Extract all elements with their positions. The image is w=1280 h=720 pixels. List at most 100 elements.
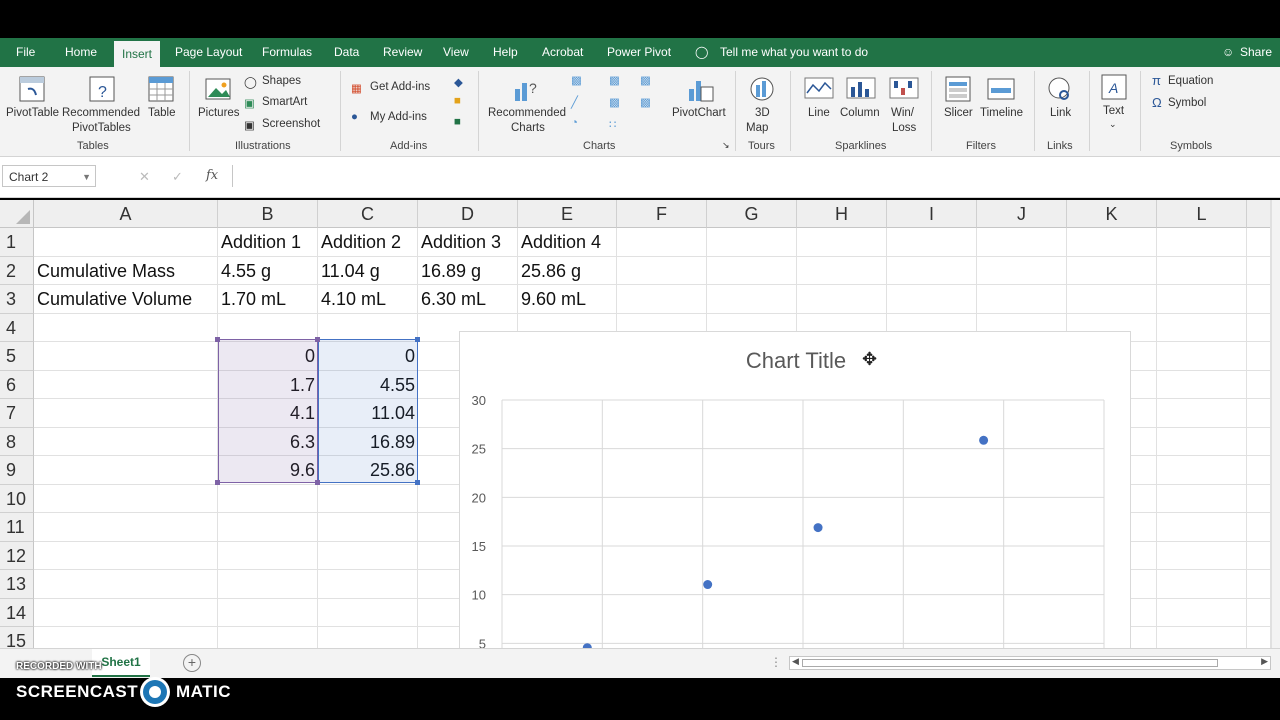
statistic-chart-icon[interactable]: ▩: [609, 95, 620, 109]
tab-help[interactable]: Help: [493, 38, 518, 67]
cell-a3[interactable]: Cumulative Volume: [34, 285, 218, 314]
column-header-f[interactable]: F: [617, 200, 707, 228]
cell-c3[interactable]: 4.10 mL: [318, 285, 418, 314]
enter-icon[interactable]: ✓: [172, 169, 183, 185]
tab-view[interactable]: View: [443, 38, 469, 67]
range-handle[interactable]: [215, 337, 220, 342]
tab-home[interactable]: Home: [65, 38, 97, 67]
tab-page-layout[interactable]: Page Layout: [175, 38, 242, 67]
range-handle[interactable]: [315, 480, 320, 485]
range-handle[interactable]: [215, 480, 220, 485]
line-chart-icon[interactable]: ╱: [571, 95, 578, 109]
tab-file[interactable]: File: [16, 38, 35, 67]
combo-chart-icon[interactable]: ▩: [640, 95, 651, 109]
chart-plot-area[interactable]: 30 25 20 15 10 5: [460, 332, 1132, 648]
selection-range-x[interactable]: [218, 339, 318, 483]
tab-split-handle-icon[interactable]: ⋮: [770, 655, 782, 669]
row-header-9[interactable]: 9: [0, 456, 34, 485]
cancel-icon[interactable]: ✕: [139, 169, 150, 185]
pivottable-button[interactable]: PivotTable: [6, 107, 59, 119]
waterfall-chart-icon[interactable]: ▩: [640, 73, 651, 87]
row-header-6[interactable]: 6: [0, 370, 34, 399]
insert-function-icon[interactable]: fx: [206, 168, 218, 183]
row-header-2[interactable]: 2: [0, 256, 34, 285]
3d-map-button[interactable]: 3D: [755, 107, 770, 119]
recommended-pivottables-button[interactable]: Recommended: [62, 107, 140, 119]
scroll-left-icon[interactable]: ◀: [792, 656, 799, 667]
formula-input[interactable]: [232, 165, 1280, 187]
shapes-button[interactable]: Shapes: [262, 75, 301, 87]
column-header-overflow[interactable]: [1247, 200, 1272, 228]
cell-b2[interactable]: 4.55 g: [218, 257, 318, 286]
selection-range-y[interactable]: [318, 339, 418, 483]
symbol-button[interactable]: Symbol: [1168, 97, 1206, 109]
text-button[interactable]: Text: [1103, 105, 1124, 117]
row-header-10[interactable]: 10: [0, 484, 34, 513]
scatter-chart-icon[interactable]: ∷: [609, 117, 616, 131]
column-header-i[interactable]: I: [887, 200, 977, 228]
tab-data[interactable]: Data: [334, 38, 359, 67]
row-header-14[interactable]: 14: [0, 598, 34, 627]
row-header-3[interactable]: 3: [0, 285, 34, 314]
column-header-j[interactable]: J: [977, 200, 1067, 228]
tab-review[interactable]: Review: [383, 38, 422, 67]
column-header-e[interactable]: E: [518, 200, 617, 228]
pictures-button[interactable]: Pictures: [198, 107, 240, 119]
range-handle[interactable]: [315, 337, 320, 342]
charts-dialog-launcher-icon[interactable]: ↘: [722, 140, 730, 151]
cell-b1[interactable]: Addition 1: [218, 228, 318, 257]
tab-acrobat[interactable]: Acrobat: [542, 38, 583, 67]
timeline-button[interactable]: Timeline: [980, 107, 1023, 119]
column-header-a[interactable]: A: [34, 200, 218, 228]
column-header-d[interactable]: D: [418, 200, 518, 228]
tab-power-pivot[interactable]: Power Pivot: [607, 38, 671, 67]
tell-me-search[interactable]: Tell me what you want to do: [720, 38, 868, 67]
smartart-button[interactable]: SmartArt: [262, 96, 307, 108]
column-header-l[interactable]: L: [1157, 200, 1247, 228]
row-header-15[interactable]: 15: [0, 627, 34, 648]
select-all-corner[interactable]: [0, 200, 34, 228]
scatter-chart[interactable]: Chart Title ✥ 30 25 20 15 10 5: [459, 331, 1131, 648]
range-handle[interactable]: [415, 337, 420, 342]
pivotchart-button[interactable]: PivotChart: [672, 107, 726, 119]
column-header-g[interactable]: G: [707, 200, 797, 228]
hierarchy-chart-icon[interactable]: ▩: [609, 73, 620, 87]
cell-e1[interactable]: Addition 4: [518, 228, 617, 257]
row-header-1[interactable]: 1: [0, 228, 34, 257]
my-addins-button[interactable]: My Add-ins: [370, 111, 427, 123]
tab-formulas[interactable]: Formulas: [262, 38, 312, 67]
add-sheet-button[interactable]: +: [183, 654, 201, 672]
row-header-5[interactable]: 5: [0, 342, 34, 371]
row-header-13[interactable]: 13: [0, 570, 34, 599]
name-box[interactable]: Chart 2 ▼: [2, 165, 96, 187]
table-button[interactable]: Table: [148, 107, 176, 119]
equation-button[interactable]: Equation: [1168, 75, 1213, 87]
recommended-charts-button[interactable]: Recommended: [488, 107, 566, 119]
cell-e3[interactable]: 9.60 mL: [518, 285, 617, 314]
worksheet-grid[interactable]: ABCDEFGHIJKL 1 2 3 4 5 6 7 8 9 10 11 12 13 14 15 Addit…: [0, 200, 1272, 648]
cell-b3[interactable]: 1.70 mL: [218, 285, 318, 314]
row-header-11[interactable]: 11: [0, 513, 34, 542]
range-handle[interactable]: [415, 480, 420, 485]
column-header-k[interactable]: K: [1067, 200, 1157, 228]
scroll-right-icon[interactable]: ▶: [1261, 656, 1268, 667]
column-header-h[interactable]: H: [797, 200, 887, 228]
cell-c1[interactable]: Addition 2: [318, 228, 418, 257]
sparkline-winloss-button[interactable]: Win/: [891, 107, 914, 119]
link-button[interactable]: Link: [1050, 107, 1071, 119]
pie-chart-icon[interactable]: ◔: [571, 117, 578, 129]
cell-c2[interactable]: 11.04 g: [318, 257, 418, 286]
column-header-b[interactable]: B: [218, 200, 318, 228]
column-header-c[interactable]: C: [318, 200, 418, 228]
column-chart-icon[interactable]: ▩: [571, 73, 582, 87]
row-header-7[interactable]: 7: [0, 399, 34, 428]
row-header-8[interactable]: 8: [0, 427, 34, 456]
screenshot-button[interactable]: Screenshot: [262, 118, 320, 130]
cell-d3[interactable]: 6.30 mL: [418, 285, 518, 314]
cell-a2[interactable]: Cumulative Mass: [34, 257, 218, 286]
row-header-12[interactable]: 12: [0, 541, 34, 570]
cell-e2[interactable]: 25.86 g: [518, 257, 617, 286]
horizontal-scrollbar[interactable]: ◀ ▶: [789, 656, 1271, 670]
get-addins-button[interactable]: Get Add-ins: [370, 81, 430, 93]
sparkline-line-button[interactable]: Line: [808, 107, 830, 119]
